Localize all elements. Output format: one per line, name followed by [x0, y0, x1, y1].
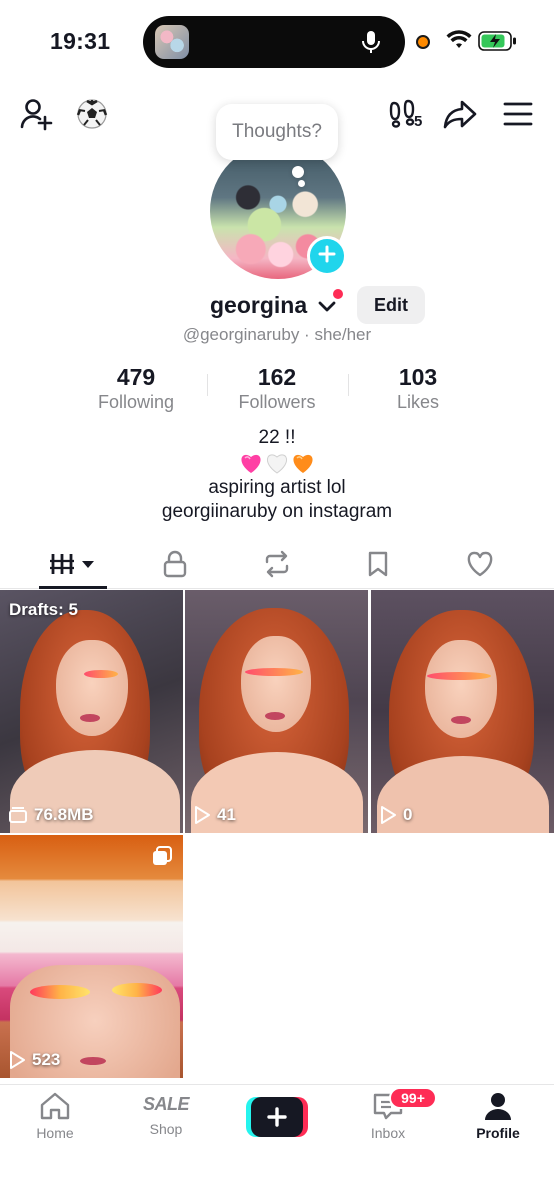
drafts-size: 76.8MB [34, 805, 94, 824]
bottom-nav: Home SALE Shop Inbox Profile [0, 1084, 554, 1200]
tile-meta: 0 [379, 805, 412, 825]
wifi-icon [446, 30, 472, 55]
chevron-down-icon[interactable] [318, 300, 336, 319]
status-bar: 19:31 [0, 0, 554, 82]
view-count: 0 [403, 805, 413, 824]
menu-icon[interactable] [498, 92, 538, 136]
bookmark-icon [368, 551, 388, 577]
bio-hearts [0, 450, 554, 476]
bio-line: georgiinaruby on instagram [161, 501, 393, 522]
tile-meta: 41 [193, 805, 236, 825]
pink-heart-icon [241, 454, 261, 473]
play-icon [10, 1051, 25, 1069]
following-label: Following [97, 392, 175, 412]
thought-bubble-tail [292, 166, 304, 178]
active-tab-indicator [39, 586, 107, 589]
favorites-tab[interactable] [328, 541, 428, 587]
bio-line: 22 !! [258, 427, 296, 448]
video-tile[interactable]: 41 [185, 590, 368, 833]
tile-meta: 76.8MB [8, 805, 94, 825]
play-icon [381, 806, 396, 824]
battery-icon [478, 31, 518, 56]
nav-profile-label: Profile [476, 1125, 520, 1141]
tile-meta: 523 [8, 1050, 60, 1070]
dynamic-island[interactable] [143, 16, 405, 68]
plus-icon [267, 1107, 287, 1127]
grid-icon [50, 554, 94, 574]
inbox-badge: 99+ [389, 1087, 437, 1109]
stat-following[interactable]: 479 Following [66, 364, 206, 413]
display-name[interactable]: georgina [210, 292, 307, 319]
private-tab[interactable] [125, 541, 225, 587]
name-row: georgina [0, 286, 554, 326]
username-pronouns: @georginaruby · she/her [182, 325, 372, 344]
heart-outline-icon [467, 551, 493, 577]
multi-photo-icon [151, 845, 173, 872]
microphone-icon [361, 30, 381, 59]
share-icon[interactable] [440, 92, 480, 136]
stat-likes[interactable]: 103 Likes [348, 364, 488, 413]
nav-inbox-label: Inbox [370, 1125, 406, 1141]
add-friend-icon[interactable] [14, 92, 58, 136]
followers-count: 162 [257, 364, 297, 390]
drafts-folder-icon [9, 807, 27, 823]
nav-profile[interactable]: Profile [448, 1091, 548, 1141]
drafts-tile[interactable]: Drafts: 5 76.8MB [0, 590, 183, 833]
profile-stats: 479 Following 162 Followers 103 Likes [0, 364, 554, 414]
lock-icon [163, 550, 187, 578]
repost-icon [265, 550, 289, 578]
drafts-count-label: Drafts: 5 [9, 600, 78, 619]
thought-bubble-tail-small [298, 180, 305, 187]
bio-line: aspiring artist lol [208, 477, 346, 498]
nav-home[interactable]: Home [5, 1091, 105, 1141]
thoughts-bubble[interactable]: Thoughts? [216, 104, 338, 160]
privacy-indicator-dot [416, 35, 430, 49]
reposts-tab[interactable] [227, 541, 327, 587]
nav-home-label: Home [36, 1125, 74, 1141]
profile-icon [485, 1093, 511, 1120]
view-count: 41 [217, 805, 236, 824]
nav-shop-label: Shop [149, 1121, 183, 1137]
nav-shop[interactable]: SALE Shop [116, 1091, 216, 1138]
bio: 22 !! aspiring artist lol georgiinaruby … [0, 426, 554, 524]
video-tile[interactable]: 523 [0, 835, 183, 1078]
liked-tab[interactable] [430, 541, 530, 587]
home-icon [40, 1092, 70, 1120]
soccer-ball-icon[interactable] [70, 92, 114, 136]
create-button[interactable] [246, 1097, 308, 1137]
video-tile[interactable]: 0 [371, 590, 554, 833]
following-count: 479 [116, 364, 156, 390]
likes-label: Likes [396, 392, 440, 412]
stat-followers[interactable]: 162 Followers [207, 364, 347, 413]
edit-profile-button[interactable]: Edit [357, 286, 425, 324]
account-notification-dot [333, 289, 343, 299]
add-story-button[interactable] [307, 236, 347, 276]
status-time: 19:31 [50, 28, 111, 54]
followers-label: Followers [238, 392, 316, 412]
now-playing-thumbnail[interactable] [155, 25, 189, 59]
videos-tab[interactable] [23, 541, 123, 587]
white-heart-icon [267, 454, 287, 474]
play-icon [195, 806, 210, 824]
likes-count: 103 [398, 364, 438, 390]
content-tabs [0, 541, 554, 589]
view-count: 523 [32, 1050, 61, 1069]
orange-heart-icon [293, 454, 313, 473]
shop-sale-icon: SALE [142, 1093, 190, 1114]
plus-icon [317, 244, 337, 269]
footprint-count: 5 [414, 113, 423, 130]
